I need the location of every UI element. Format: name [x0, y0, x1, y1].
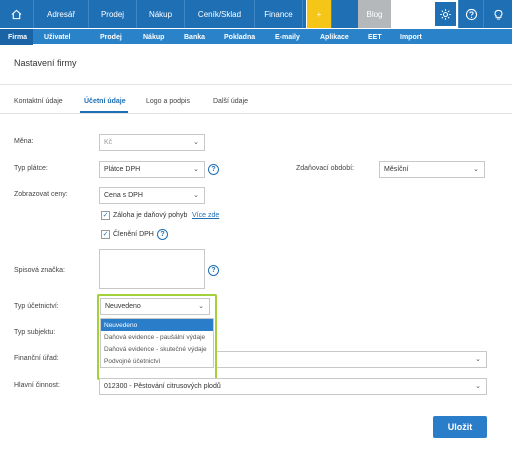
- subnav-uzivatel[interactable]: Uživatel: [44, 29, 70, 45]
- subnav-import[interactable]: Import: [400, 29, 422, 45]
- subnav-banka[interactable]: Banka: [184, 29, 205, 45]
- tab-ucetni-udaje[interactable]: Účetní údaje: [84, 98, 126, 105]
- financni-urad-label: Finanční úřad:: [14, 355, 59, 362]
- add-button[interactable]: +: [307, 0, 331, 28]
- mena-value: Kč: [104, 139, 113, 146]
- typ-subjektu-label: Typ subjektu:: [14, 329, 56, 336]
- topnav-adresar[interactable]: Adresář: [33, 0, 88, 28]
- gear-icon: [440, 8, 451, 20]
- dropdown-option[interactable]: Neuvedeno: [101, 319, 213, 331]
- zdanovaci-obdobi-select[interactable]: Měsíční ⌄: [379, 161, 485, 178]
- subnav-aplikace[interactable]: Aplikace: [320, 29, 349, 45]
- hlavni-cinnost-select[interactable]: 012300 - Pěstování citrusových plodů ⌄: [99, 378, 487, 395]
- subnav-prodej[interactable]: Prodej: [100, 29, 122, 45]
- dropdown-option[interactable]: Daňová evidence - skutečné výdaje: [101, 343, 213, 355]
- topnav-prodej[interactable]: Prodej: [88, 0, 136, 28]
- subnav-pokladna[interactable]: Pokladna: [224, 29, 255, 45]
- typ-ucetnictvi-select[interactable]: Neuvedeno ⌄: [100, 298, 210, 315]
- home-button[interactable]: [0, 0, 33, 28]
- tab-kontaktni-udaje[interactable]: Kontaktní údaje: [14, 98, 63, 105]
- zobrazovat-ceny-label: Zobrazovat ceny:: [14, 191, 68, 198]
- help-button[interactable]: [458, 0, 483, 28]
- divider: [0, 113, 512, 114]
- topnav-empty: [331, 0, 358, 28]
- topnav-gap: [391, 0, 433, 28]
- chevron-down-icon: ⌄: [193, 139, 199, 146]
- topnav-nakup[interactable]: Nákup: [136, 0, 184, 28]
- topnav-blog[interactable]: Blog: [358, 0, 391, 28]
- zaloha-checkbox[interactable]: ✓: [101, 211, 110, 220]
- zdanovaci-obdobi-value: Měsíční: [384, 166, 409, 173]
- bulb-icon: [494, 9, 502, 19]
- zdanovaci-obdobi-label: Zdaňovací období:: [296, 165, 354, 172]
- zobrazovat-ceny-select[interactable]: Cena s DPH ⌄: [99, 187, 205, 204]
- cleneni-dph-label: Členění DPH: [113, 231, 154, 238]
- zobrazovat-ceny-value: Cena s DPH: [104, 192, 143, 199]
- help-icon[interactable]: ?: [208, 265, 219, 276]
- settings-button[interactable]: [433, 0, 458, 28]
- tab-logo-a-podpis[interactable]: Logo a podpis: [146, 98, 190, 105]
- help-icon[interactable]: ?: [208, 164, 219, 175]
- dropdown-option[interactable]: Podvojné účetnictví: [101, 355, 213, 367]
- help-circle-icon: [465, 8, 477, 20]
- typ-ucetnictvi-dropdown: Neuvedeno Daňová evidence - paušální výd…: [100, 318, 214, 368]
- cleneni-dph-checkbox[interactable]: ✓: [101, 230, 110, 239]
- save-button[interactable]: Uložit: [433, 416, 487, 438]
- help-icon[interactable]: ?: [157, 229, 168, 240]
- vice-zde-link[interactable]: Více zde: [192, 212, 219, 219]
- typ-ucetnictvi-value: Neuvedeno: [105, 303, 141, 310]
- chevron-down-icon: ⌄: [198, 303, 204, 310]
- dropdown-option[interactable]: Daňová evidence - paušální výdaje: [101, 331, 213, 343]
- mena-select[interactable]: Kč ⌄: [99, 134, 205, 151]
- spisova-znacka-label: Spisová značka:: [14, 267, 65, 274]
- chevron-down-icon: ⌄: [193, 192, 199, 199]
- chevron-down-icon: ⌄: [193, 166, 199, 173]
- hlavni-cinnost-value: 012300 - Pěstování citrusových plodů: [104, 383, 221, 390]
- chevron-down-icon: ⌄: [473, 166, 479, 173]
- home-icon: [11, 9, 22, 19]
- typ-ucetnictvi-label: Typ účetnictví:: [14, 303, 59, 310]
- hlavni-cinnost-label: Hlavní činnost:: [14, 382, 60, 389]
- topnav-spacer: [302, 0, 306, 28]
- sub-navigation: Firma Uživatel Prodej Nákup Banka Poklad…: [0, 28, 512, 45]
- typ-platce-value: Plátce DPH: [104, 166, 141, 173]
- topnav-cenik-sklad[interactable]: Ceník/Sklad: [184, 0, 254, 28]
- chevron-down-icon: ⌄: [475, 383, 481, 390]
- tab-dalsi-udaje[interactable]: Další údaje: [213, 98, 248, 105]
- chevron-down-icon: ⌄: [475, 356, 481, 363]
- financni-urad-select[interactable]: ⌄: [217, 351, 487, 368]
- mena-label: Měna:: [14, 138, 34, 145]
- spisova-znacka-textarea[interactable]: [99, 249, 205, 289]
- subnav-emaily[interactable]: E-maily: [275, 29, 300, 45]
- notifications-button[interactable]: [483, 0, 512, 28]
- page-title: Nastavení firmy: [14, 58, 77, 68]
- subnav-eet[interactable]: EET: [368, 29, 382, 45]
- top-navigation: Adresář Prodej Nákup Ceník/Sklad Finance…: [0, 0, 512, 28]
- divider: [0, 84, 512, 85]
- typ-platce-select[interactable]: Plátce DPH ⌄: [99, 161, 205, 178]
- topnav-finance[interactable]: Finance: [254, 0, 302, 28]
- zaloha-label: Záloha je daňový pohyb: [113, 212, 188, 219]
- subnav-firma[interactable]: Firma: [0, 29, 33, 45]
- typ-platce-label: Typ plátce:: [14, 165, 48, 172]
- subnav-nakup[interactable]: Nákup: [143, 29, 164, 45]
